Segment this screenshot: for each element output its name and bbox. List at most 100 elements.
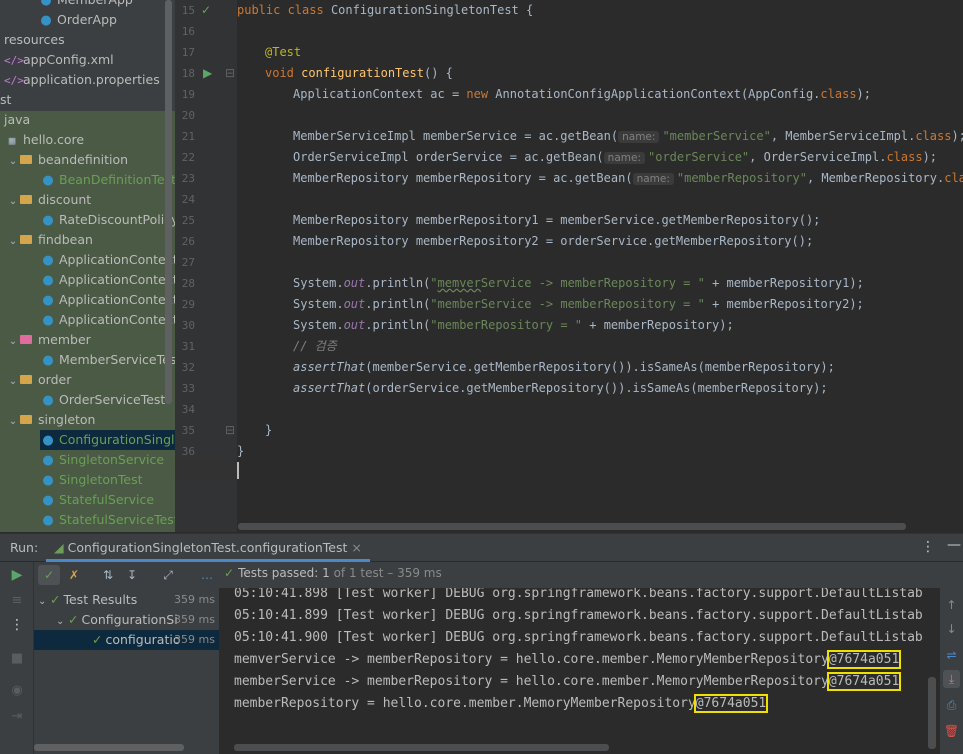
tree-item[interactable]: ⌄ singleton [6, 410, 96, 432]
folder-icon [20, 335, 32, 344]
sort-alpha-icon[interactable]: ⇅ [98, 565, 118, 585]
chevron-down-icon[interactable]: ⌄ [6, 232, 20, 252]
tests-passed-status: ✓ Tests passed: 1 of 1 test – 359 ms [224, 566, 442, 580]
test-tree-scrollbar[interactable] [34, 744, 184, 751]
tree-item[interactable]: ● StatefulServiceTest [40, 510, 175, 530]
tree-item-label: appConfig.xml [23, 52, 114, 67]
class-icon: ● [40, 13, 52, 28]
class-icon: ● [42, 453, 54, 468]
tree-item[interactable]: ● OrderApp [38, 10, 117, 30]
text-caret [237, 462, 239, 479]
tree-item-label: RateDiscountPolicyTe [59, 212, 175, 227]
tree-item[interactable]: ⌄ findbean [6, 230, 93, 250]
console-output[interactable]: 05:10:41.898 [Test worker] DEBUG org.spr… [220, 588, 940, 754]
scroll-to-end-icon[interactable]: ⤓ [943, 670, 960, 688]
fold-icon[interactable]: ⊟ [225, 66, 235, 80]
line-number: 18 [181, 67, 195, 80]
tree-item-label: BeanDefinitionTest [59, 172, 175, 187]
print-icon[interactable]: ⎙ [943, 696, 960, 714]
exit-icon[interactable]: ⇥ [8, 708, 26, 726]
rerun-failed-icon[interactable]: ≡ [8, 592, 26, 610]
tree-item[interactable]: </>appConfig.xml [4, 50, 114, 70]
tree-item[interactable]: ● ApplicationContextIn [40, 290, 175, 310]
param-hint: name: [603, 152, 645, 164]
run-tab[interactable]: ◢ ConfigurationSingletonTest.configuratio… [46, 534, 370, 562]
tree-item[interactable]: java [4, 110, 30, 130]
tree-item[interactable]: ● StatefulService [40, 490, 154, 510]
tree-item-label: member [38, 332, 91, 347]
code-line-15: public class ConfigurationSingletonTest … [237, 3, 534, 17]
more-icon[interactable]: … [198, 565, 216, 585]
tree-item[interactable]: ⌄ order [6, 370, 72, 392]
console-horizontal-scrollbar[interactable] [234, 744, 609, 751]
class-icon: ● [42, 473, 54, 488]
more-actions-icon[interactable]: ⋮ [8, 616, 26, 634]
fold-icon[interactable]: ⊟ [225, 423, 235, 437]
test-results-root[interactable]: ⌄ ✓ Test Results 359 ms [34, 590, 219, 610]
tree-item[interactable]: ▦ hello.core [4, 130, 84, 150]
highlighted-hash: @7674a051 [693, 694, 769, 713]
line-number: 22 [181, 151, 195, 164]
arrow-down-icon[interactable]: ↓ [943, 620, 960, 638]
code-line-25: MemberRepository memberRepository1 = mem… [293, 213, 821, 227]
console-vertical-scrollbar[interactable] [928, 677, 936, 749]
clear-all-icon[interactable]: 🗑 [943, 722, 960, 740]
tree-item-label: order [38, 372, 72, 387]
eye-icon[interactable]: ◉ [8, 682, 26, 700]
tree-scrollbar[interactable] [165, 0, 172, 404]
minimize-icon[interactable]: — [947, 537, 961, 553]
chevron-down-icon[interactable]: ⌄ [6, 372, 20, 392]
show-ignored-icon[interactable]: ✗ [64, 565, 84, 585]
tree-item[interactable]: st [0, 90, 11, 110]
chevron-down-icon[interactable]: ⌄ [6, 192, 20, 212]
code-line-21: MemberServiceImpl memberService = ac.get… [293, 129, 963, 143]
arrow-up-icon[interactable]: ↑ [943, 596, 960, 614]
chevron-down-icon[interactable]: ⌄ [6, 412, 20, 432]
tree-item[interactable]: ● ApplicationContextEx [40, 270, 175, 290]
tree-item-label: SingletonService [59, 452, 165, 467]
tree-item[interactable]: resources [4, 30, 65, 50]
tree-item[interactable]: ● OrderServiceTest [40, 390, 165, 410]
tree-item[interactable]: ● ApplicationContextBa [40, 250, 175, 270]
close-icon[interactable]: × [351, 540, 361, 555]
tree-item[interactable]: ● SingletonTest [40, 470, 142, 490]
code-line-29: System.out.println("memberService -> mem… [293, 297, 864, 311]
show-passed-icon[interactable]: ✓ [38, 565, 60, 585]
sort-duration-icon[interactable]: ↧ [122, 565, 142, 585]
test-passed-icon[interactable]: ✓ [201, 3, 211, 17]
tree-item[interactable]: ● BeanDefinitionTest [40, 170, 175, 190]
line-number: 34 [181, 403, 195, 416]
chevron-down-icon[interactable]: ⌄ [6, 152, 20, 172]
tree-item-label: hello.core [23, 132, 85, 147]
tree-item[interactable]: ● ConfigurationSingleto [40, 430, 175, 450]
tree-item[interactable]: ⌄ discount [6, 190, 91, 210]
tree-item[interactable]: ⌄ member [6, 330, 91, 350]
editor-horizontal-scrollbar[interactable] [238, 523, 906, 530]
expand-icon[interactable]: ⤢ [158, 565, 178, 585]
test-class-node[interactable]: ⌄ ✓ ConfigurationSi 359 ms [34, 610, 219, 630]
run-test-icon[interactable]: ▶ [203, 66, 212, 80]
tree-item[interactable]: ⌄ beandefinition [6, 150, 128, 170]
code-editor[interactable]: public class ConfigurationSingletonTest … [237, 0, 963, 532]
chevron-down-icon[interactable]: ⌄ [6, 332, 20, 352]
tree-item[interactable]: </>application.properties [4, 70, 160, 90]
line-number: 23 [181, 172, 195, 185]
tree-item-label: st [0, 92, 12, 107]
console-line: memberRepository = hello.core.member.Mem… [234, 694, 769, 713]
code-line-30: System.out.println("memberRepository = "… [293, 318, 734, 332]
tree-item[interactable]: ● RateDiscountPolicyTe [40, 210, 175, 230]
tree-item[interactable]: ● SingletonService [40, 450, 164, 470]
tree-item[interactable]: ●MemberApp [38, 0, 133, 10]
rerun-icon[interactable]: ▶ [8, 566, 26, 584]
code-line-28: System.out.println("memverService -> mem… [293, 276, 864, 290]
tree-item-label: beandefinition [38, 152, 129, 167]
properties-icon: </> [4, 74, 24, 87]
tree-item[interactable]: ● ApplicationContextSa [40, 310, 175, 330]
test-method-node[interactable]: ✓ configuratio 359 ms [34, 630, 219, 650]
tree-item-label: StatefulService [59, 492, 155, 507]
soft-wrap-icon[interactable]: ⇌ [943, 646, 960, 664]
line-number: 32 [181, 361, 195, 374]
stop-icon[interactable]: ■ [8, 650, 26, 668]
more-options-icon[interactable]: ⋮ [921, 539, 935, 555]
tree-item[interactable]: ● MemberServiceTest [40, 350, 175, 370]
